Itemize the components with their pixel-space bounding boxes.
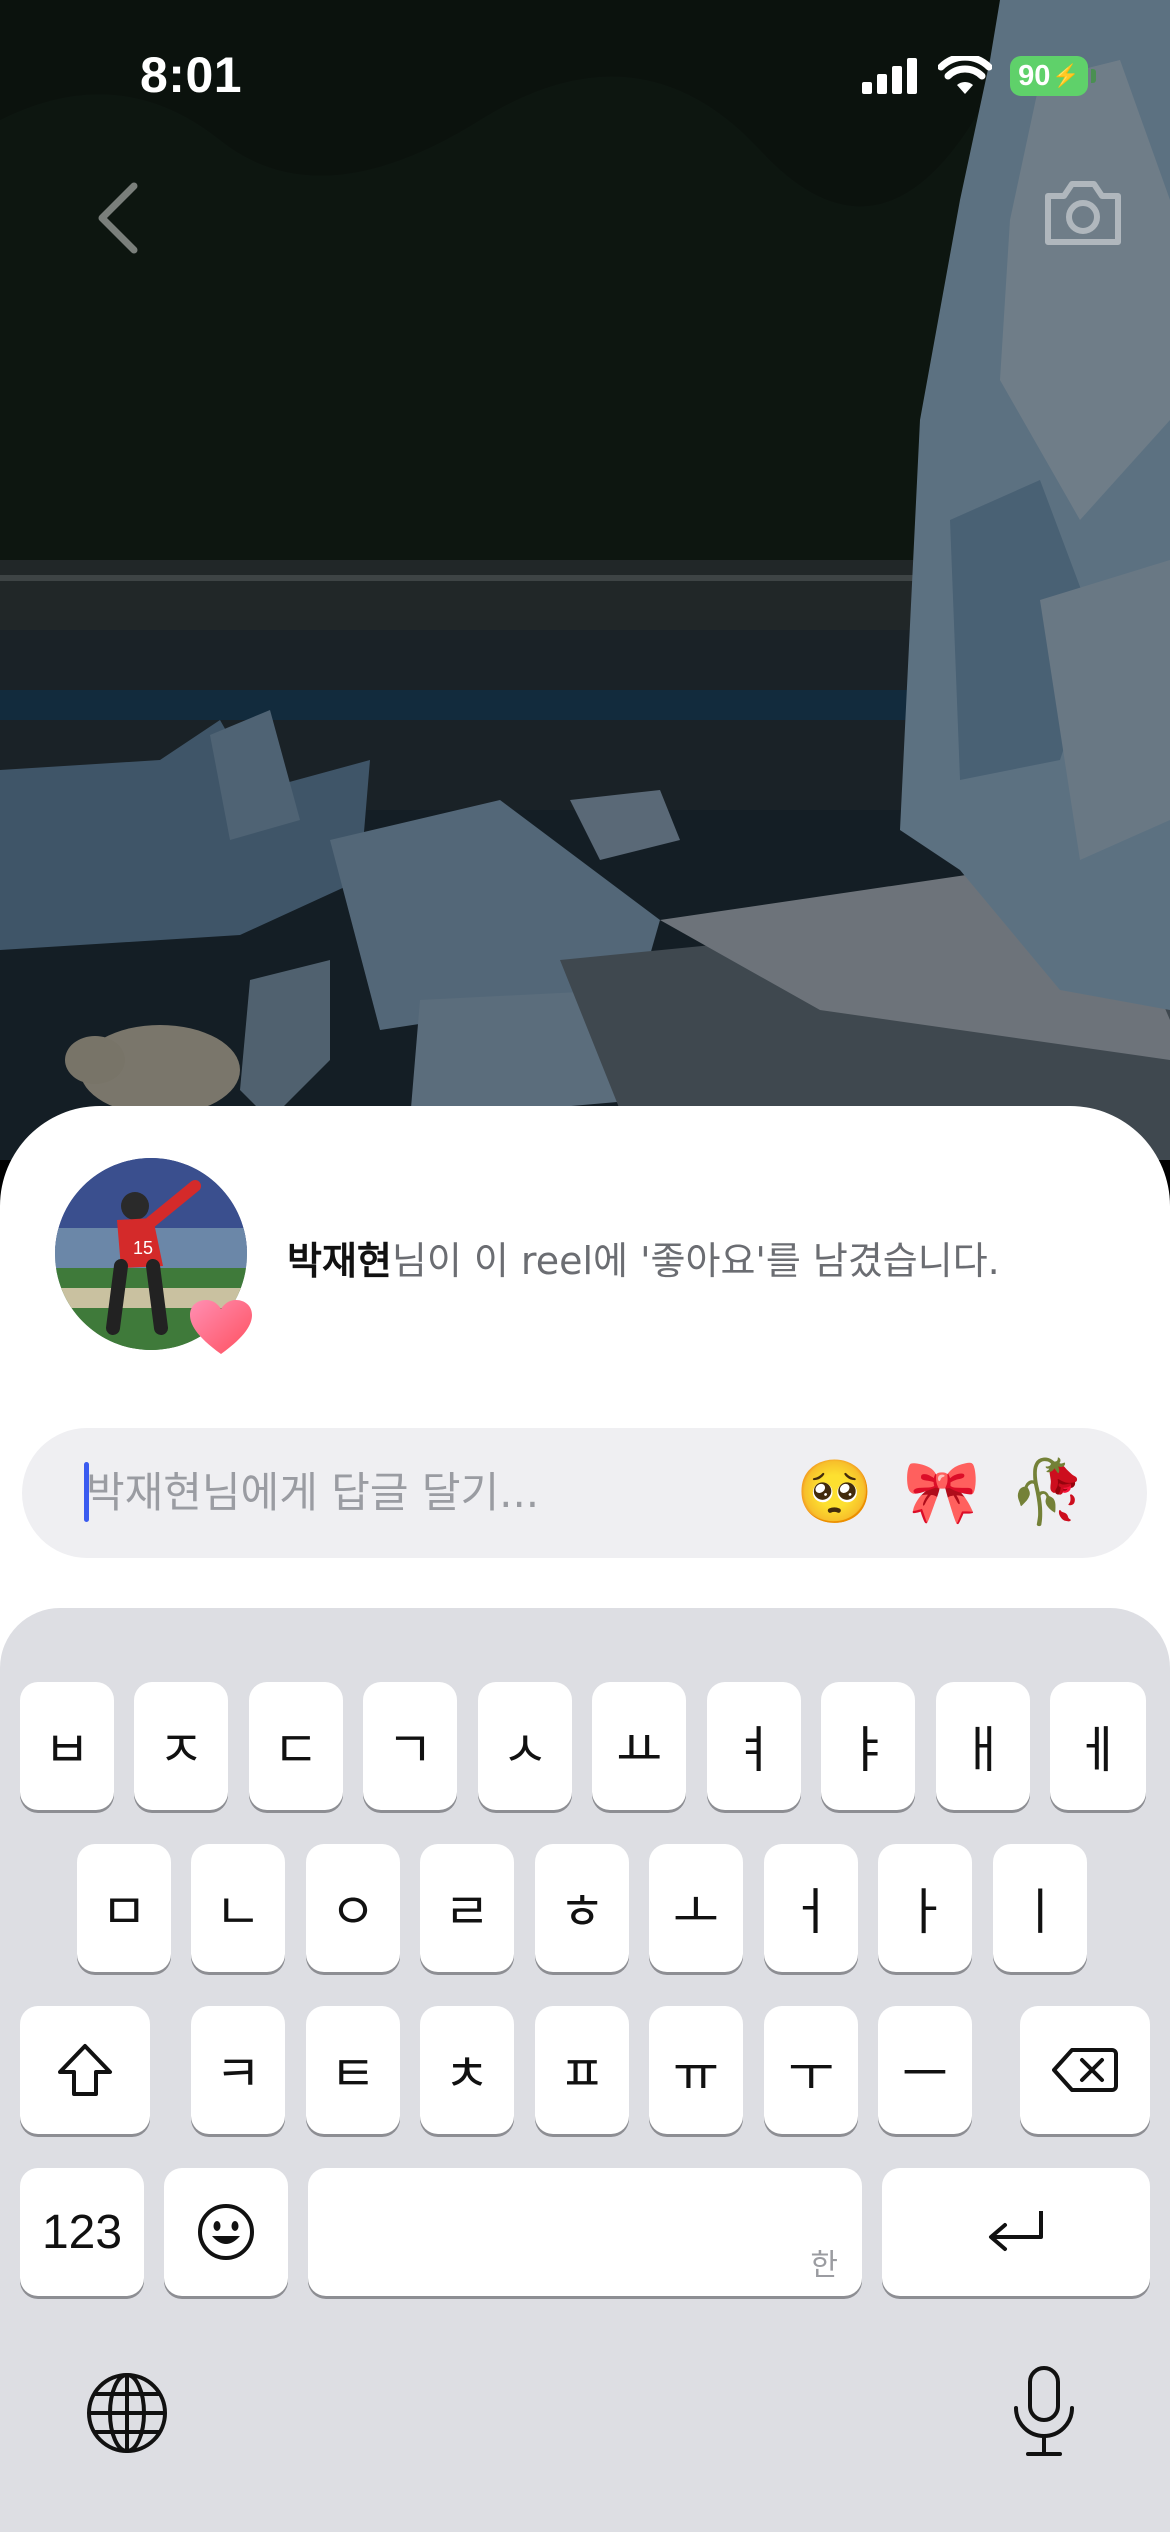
key-row3-5[interactable]: ㅠ (649, 2006, 743, 2134)
microphone-icon[interactable] (1008, 2364, 1080, 2460)
key-row1-10[interactable]: ㅔ (1050, 1682, 1146, 1810)
key-row2-9[interactable]: ㅣ (993, 1844, 1087, 1972)
svg-text:15: 15 (133, 1238, 153, 1258)
camera-icon[interactable] (1040, 172, 1126, 252)
key-row2-7[interactable]: ㅓ (764, 1844, 858, 1972)
key-row3-4[interactable]: ㅍ (535, 2006, 629, 2134)
battery-level: 90 (1018, 59, 1051, 92)
return-key[interactable] (882, 2168, 1150, 2296)
status-time: 8:01 (140, 47, 243, 103)
heart-icon (190, 1300, 252, 1354)
battery-charging-icon: 90 ⚡ (1010, 56, 1096, 96)
key-row1-3[interactable]: ㄷ (249, 1682, 343, 1810)
key-row2-2[interactable]: ㄴ (191, 1844, 285, 1972)
reply-input[interactable] (86, 1450, 736, 1534)
key-row2-1[interactable]: ㅁ (77, 1844, 171, 1972)
numbers-key[interactable]: 123 (20, 2168, 144, 2296)
key-row1-6[interactable]: ㅛ (592, 1682, 686, 1810)
key-row2-6[interactable]: ㅗ (649, 1844, 743, 1972)
notification-text: 박재현님이 이 reel에 '좋아요'를 남겼습니다. (287, 1230, 1000, 1285)
key-row1-8[interactable]: ㅑ (821, 1682, 915, 1810)
key-row1-7[interactable]: ㅕ (707, 1682, 801, 1810)
delete-key[interactable] (1020, 2006, 1150, 2134)
status-icons: 90 ⚡ (862, 56, 1096, 96)
key-row3-6[interactable]: ㅜ (764, 2006, 858, 2134)
key-row3-3[interactable]: ㅊ (420, 2006, 514, 2134)
key-row1-2[interactable]: ㅈ (134, 1682, 228, 1810)
bolt-icon: ⚡ (1052, 63, 1080, 88)
emoji-key[interactable] (164, 2168, 288, 2296)
shift-key[interactable] (20, 2006, 150, 2134)
reel-background-photo (0, 0, 1170, 1160)
key-row2-5[interactable]: ㅎ (535, 1844, 629, 1972)
cellular-signal-icon (862, 58, 917, 94)
emoji-icon (198, 2204, 254, 2260)
shift-icon (58, 2044, 112, 2096)
delete-icon (1052, 2048, 1118, 2092)
chevron-left-icon[interactable] (88, 178, 148, 258)
key-row3-1[interactable]: ㅋ (191, 2006, 285, 2134)
return-icon (989, 2211, 1043, 2251)
space-key[interactable]: 한 (308, 2168, 862, 2296)
key-row1-1[interactable]: ㅂ (20, 1682, 114, 1810)
key-row2-4[interactable]: ㄹ (420, 1844, 514, 1972)
globe-icon[interactable] (84, 2370, 170, 2456)
quick-emoji-wilted-flower[interactable]: 🥀 (1008, 1452, 1088, 1532)
key-row1-4[interactable]: ㄱ (363, 1682, 457, 1810)
space-language-hint: 한 (810, 2248, 838, 2283)
notification-message: 님이 이 reel에 '좋아요'를 남겼습니다. (391, 1239, 1000, 1283)
quick-emoji-ribbon[interactable]: 🎀 (902, 1452, 982, 1532)
quick-emoji-pleading[interactable]: 🥺 (795, 1452, 875, 1532)
key-row3-2[interactable]: ㅌ (306, 2006, 400, 2134)
key-row1-9[interactable]: ㅐ (936, 1682, 1030, 1810)
key-row3-7[interactable]: ㅡ (878, 2006, 972, 2134)
wifi-icon (938, 56, 992, 94)
notification-username[interactable]: 박재현 (287, 1239, 392, 1283)
key-row2-3[interactable]: ㅇ (306, 1844, 400, 1972)
key-row1-5[interactable]: ㅅ (478, 1682, 572, 1810)
key-row2-8[interactable]: ㅏ (878, 1844, 972, 1972)
